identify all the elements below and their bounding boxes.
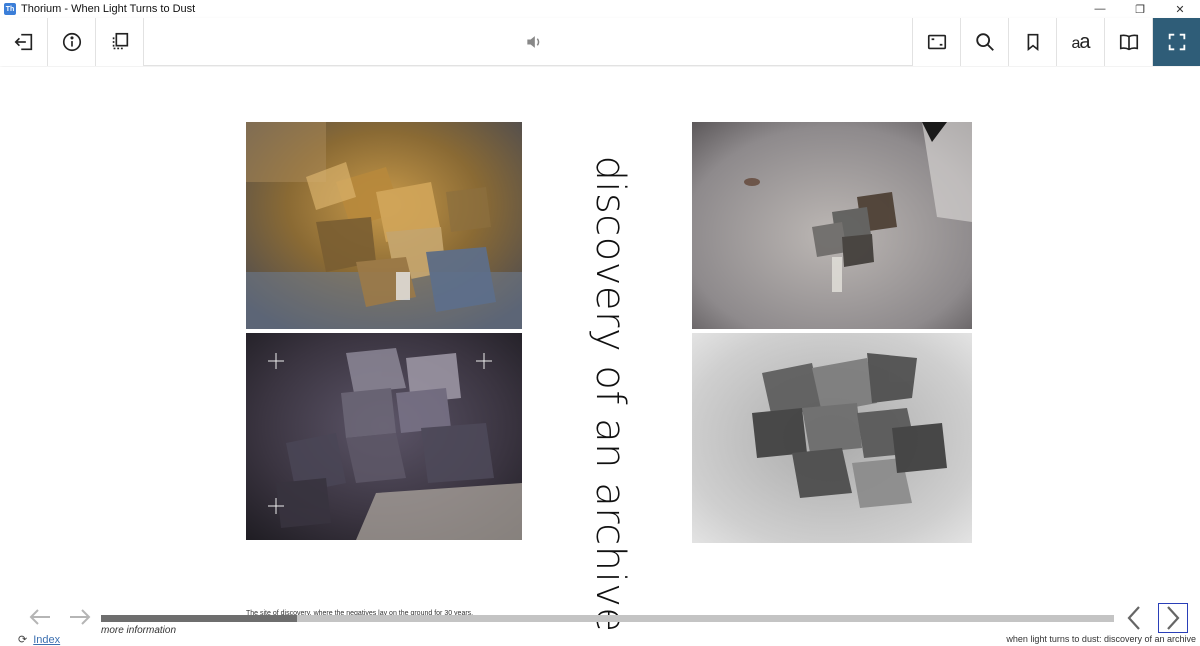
fullscreen-button[interactable] — [1152, 18, 1200, 66]
restore-icon[interactable]: ❐ — [1120, 0, 1160, 18]
photo-negatives-black-white — [692, 333, 972, 543]
bottom-navigation: more information — [0, 600, 1200, 638]
chapter-vertical-title: discovery of an archive — [587, 155, 633, 633]
photo-negatives-gray-ground — [692, 122, 972, 329]
more-information-label[interactable]: more information — [101, 625, 176, 636]
next-page-button[interactable] — [1158, 603, 1188, 633]
bookmark-icon — [1027, 33, 1038, 52]
arrow-left-icon — [29, 609, 50, 625]
history-back-button[interactable] — [27, 605, 53, 629]
info-icon — [62, 32, 81, 52]
history-forward-button[interactable] — [67, 605, 93, 629]
reader-toolbar: aa — [0, 18, 1200, 66]
fit-page-icon — [927, 34, 946, 50]
close-icon[interactable]: ✕ — [1160, 0, 1200, 18]
fit-page-button[interactable] — [912, 18, 960, 66]
app-logo: Th — [4, 3, 16, 15]
reading-progress-fill — [101, 615, 297, 622]
pages-button[interactable] — [96, 18, 144, 66]
previous-page-button[interactable] — [1119, 603, 1149, 633]
pages-icon — [112, 32, 128, 50]
fullscreen-icon — [1168, 33, 1185, 51]
speaker-icon — [527, 36, 540, 48]
reading-progress-bar[interactable] — [101, 615, 1114, 622]
font-settings-button[interactable]: aa — [1056, 18, 1104, 66]
photo-negatives-dark-purple — [246, 333, 522, 540]
window-titlebar: Th Thorium - When Light Turns to Dust — … — [0, 0, 1200, 18]
info-button[interactable] — [48, 18, 96, 66]
bookmark-button[interactable] — [1008, 18, 1056, 66]
window-title: Thorium - When Light Turns to Dust — [21, 3, 196, 15]
reading-page: The site of discovery, where the negativ… — [0, 67, 1200, 646]
toc-button[interactable] — [1104, 18, 1152, 66]
window-controls: — ❐ ✕ — [1080, 0, 1200, 18]
search-button[interactable] — [960, 18, 1008, 66]
toc-book-icon — [1119, 34, 1138, 51]
chevron-right-icon — [1167, 606, 1180, 630]
chevron-left-icon — [1127, 606, 1140, 630]
font-settings-icon: aa — [1071, 30, 1090, 53]
arrow-right-icon — [70, 609, 91, 625]
back-to-library-icon — [14, 33, 32, 51]
photo-negatives-golden — [246, 122, 522, 329]
read-aloud-button[interactable] — [522, 30, 546, 54]
back-to-library-button[interactable] — [0, 18, 48, 66]
minimize-icon[interactable]: — — [1080, 0, 1120, 18]
search-icon — [975, 33, 994, 51]
